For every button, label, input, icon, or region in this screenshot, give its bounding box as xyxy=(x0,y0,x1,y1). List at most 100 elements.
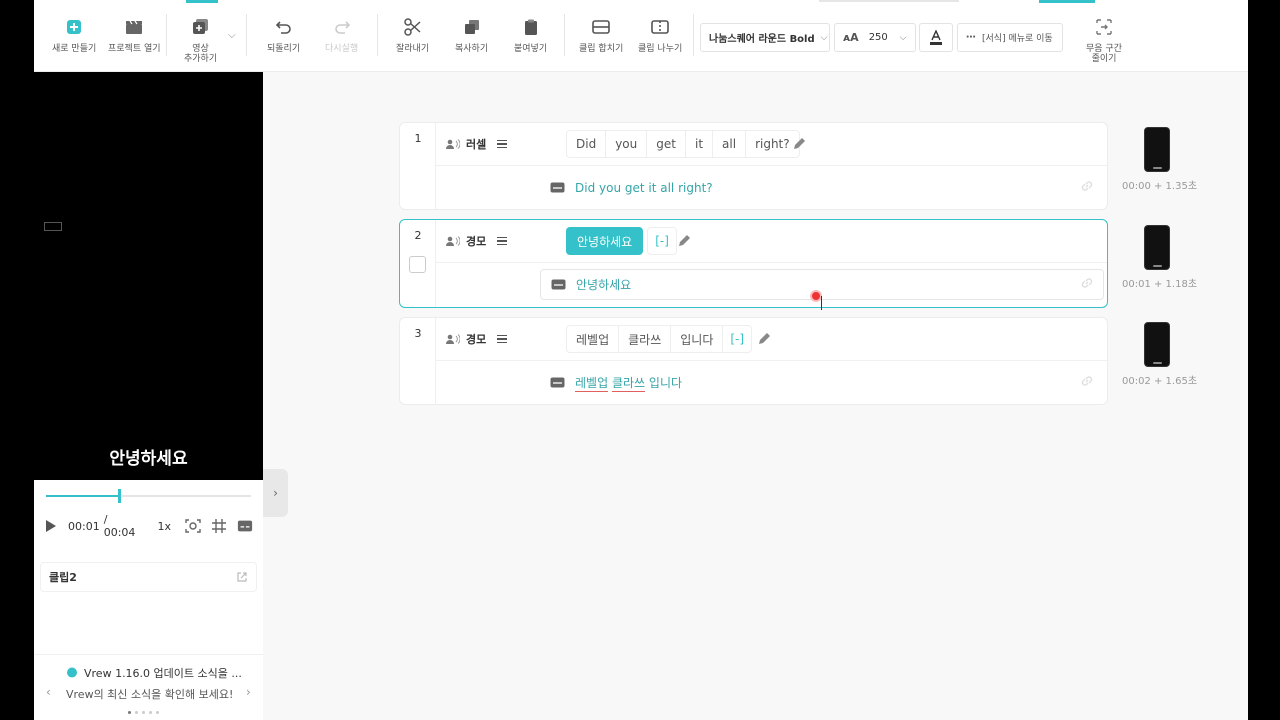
silence-chip[interactable]: [-] xyxy=(647,227,677,255)
clip-thumbnail[interactable] xyxy=(1144,225,1170,270)
add-video-dropdown-icon[interactable]: ⌵ xyxy=(228,30,236,41)
pencil-icon[interactable] xyxy=(758,332,771,345)
news-title: Vrew 1.16.0 업데이트 소식을 ... xyxy=(84,667,242,680)
subtitle-toggle-icon[interactable] xyxy=(237,518,253,534)
new-project-button[interactable]: 새로 만들기 xyxy=(52,16,96,54)
panel-collapse-button[interactable]: › xyxy=(263,469,288,517)
clip-number-column: 1 xyxy=(400,123,436,209)
toolbar-top-divider xyxy=(819,0,959,2)
copy-icon xyxy=(461,16,483,38)
merge-clips-button[interactable]: 클립 합치기 xyxy=(579,16,623,54)
clip-number-column: 2 xyxy=(400,220,436,307)
progress-fill xyxy=(46,495,118,497)
trim-silence-button[interactable]: 무음 구간 줄이기 xyxy=(1086,16,1122,64)
text-color-button[interactable] xyxy=(919,23,953,52)
more-dots-icon: ⋯ xyxy=(966,32,976,43)
news-banner[interactable]: Vrew 1.16.0 업데이트 소식을 ... Vrew의 최신 소식을 확인… xyxy=(34,654,263,720)
chevron-down-icon: ⌵ xyxy=(820,32,828,43)
toolbar-divider xyxy=(246,14,247,56)
clip-menu-icon[interactable] xyxy=(494,331,510,347)
copy-button[interactable]: 복사하기 xyxy=(455,16,488,54)
progress-handle[interactable] xyxy=(117,489,121,503)
screenshot-icon[interactable] xyxy=(185,518,201,534)
playback-speed[interactable]: 1x xyxy=(157,520,171,533)
clip-row[interactable]: 3 경모 레벨업 클라쓰 입니다 [-] 레벨업 클라쓰 입니다 xyxy=(399,317,1108,405)
video-preview[interactable]: 안녕하세요 xyxy=(34,72,263,480)
split-clip-label: 클립 나누기 xyxy=(638,44,683,54)
subtitle-icon xyxy=(550,377,565,388)
undo-button[interactable]: 되돌리기 xyxy=(267,16,300,54)
font-select[interactable]: 나눔스퀘어 라운드 Bold ⌵ xyxy=(700,23,830,52)
font-size-select[interactable]: ᴀA 250 ⌵ xyxy=(834,23,916,52)
grid-icon[interactable] xyxy=(211,518,227,534)
clipboard-icon xyxy=(520,16,542,38)
subtitle-text[interactable]: Did you get it all right? xyxy=(540,172,713,203)
toolbar-divider xyxy=(166,14,167,56)
link-icon[interactable] xyxy=(1080,276,1094,290)
clip-thumbnail[interactable] xyxy=(1144,322,1170,367)
chevron-left-icon[interactable]: ‹ xyxy=(46,685,51,699)
speaker-selector[interactable]: 경모 xyxy=(446,233,486,249)
split-clip-button[interactable]: 클립 나누기 xyxy=(638,16,682,54)
clip-row[interactable]: 1 러셀 Did you get it all right? Did you g… xyxy=(399,122,1108,210)
word-chip[interactable]: 클라쓰 xyxy=(618,325,672,353)
redo-icon xyxy=(331,16,353,38)
link-icon[interactable] xyxy=(1080,179,1094,193)
chevron-right-icon[interactable]: › xyxy=(246,685,251,699)
word-chips: Did you get it all right? xyxy=(566,130,800,158)
word-chip[interactable]: 입니다 xyxy=(670,325,724,353)
paste-button[interactable]: 붙여넣기 xyxy=(514,16,547,54)
clip-thumbnail-time: 00:00 + 1.35초 xyxy=(1122,181,1198,192)
subtitle-icon xyxy=(550,182,565,193)
subtitle-value: 안녕하세요 xyxy=(576,278,632,292)
speaker-selector[interactable]: 경모 xyxy=(446,331,486,347)
clip-menu-icon[interactable] xyxy=(494,136,510,152)
cut-label: 잘라내기 xyxy=(396,44,430,54)
word-chip[interactable]: 레벨업 xyxy=(566,325,620,353)
word-chip[interactable]: you xyxy=(605,130,648,158)
redo-button[interactable]: 다시실행 xyxy=(325,16,358,54)
open-project-button[interactable]: 프로젝트 열기 xyxy=(108,16,161,54)
speaker-name: 경모 xyxy=(466,333,487,346)
subtitle-text[interactable]: 레벨업 클라쓰 입니다 xyxy=(540,367,682,398)
word-chip[interactable]: all xyxy=(712,130,747,158)
scissors-icon xyxy=(402,16,424,38)
add-video-button[interactable]: 영상 추가하기 xyxy=(184,16,217,64)
progress-bar[interactable] xyxy=(46,489,251,503)
clip-row-selected[interactable]: 2 경모 안녕하세요 [-] 안녕하세요 xyxy=(399,219,1108,308)
clip-number: 1 xyxy=(414,132,422,145)
plus-square-icon xyxy=(63,16,85,38)
text-cursor-icon xyxy=(821,296,827,310)
clip-checkbox[interactable] xyxy=(409,256,426,273)
speaker-selector[interactable]: 러셀 xyxy=(446,136,486,152)
clip-word-row: 경모 안녕하세요 [-] xyxy=(436,220,1107,263)
undo-icon xyxy=(273,16,295,38)
clip-number-column: 3 xyxy=(400,318,436,404)
current-time: 00:01 xyxy=(68,519,100,533)
silence-chip[interactable]: [-] xyxy=(722,325,753,353)
link-icon[interactable] xyxy=(1080,374,1094,388)
format-menu-button[interactable]: ⋯ [서식] 메뉴로 이동 xyxy=(957,23,1063,52)
play-icon[interactable] xyxy=(46,520,56,532)
trim-silence-label-2: 줄이기 xyxy=(1091,54,1117,64)
speaker-name: 러셀 xyxy=(466,138,487,151)
word-chip[interactable]: Did xyxy=(566,130,607,158)
external-link-icon[interactable] xyxy=(236,571,248,583)
pencil-icon[interactable] xyxy=(678,234,691,247)
pencil-icon[interactable] xyxy=(793,137,806,150)
copy-label: 복사하기 xyxy=(455,44,489,54)
word-chip[interactable]: it xyxy=(684,130,714,158)
cut-button[interactable]: 잘라내기 xyxy=(396,16,429,54)
total-time: / 00:04 xyxy=(103,513,136,539)
clip-info-card[interactable]: 클립2 xyxy=(40,562,257,592)
word-chip[interactable]: right? xyxy=(745,130,800,158)
clip-number: 2 xyxy=(414,229,422,242)
playback-controls: 00:01 / 00:04 1x xyxy=(46,513,263,539)
merge-clips-label: 클립 합치기 xyxy=(579,44,624,54)
word-chip[interactable]: get xyxy=(646,130,686,158)
clip-word-row: 러셀 Did you get it all right? xyxy=(436,123,1107,166)
add-media-icon xyxy=(190,16,212,38)
clip-thumbnail[interactable] xyxy=(1144,127,1170,172)
word-chip-selected[interactable]: 안녕하세요 xyxy=(566,227,644,255)
clip-menu-icon[interactable] xyxy=(494,233,510,249)
